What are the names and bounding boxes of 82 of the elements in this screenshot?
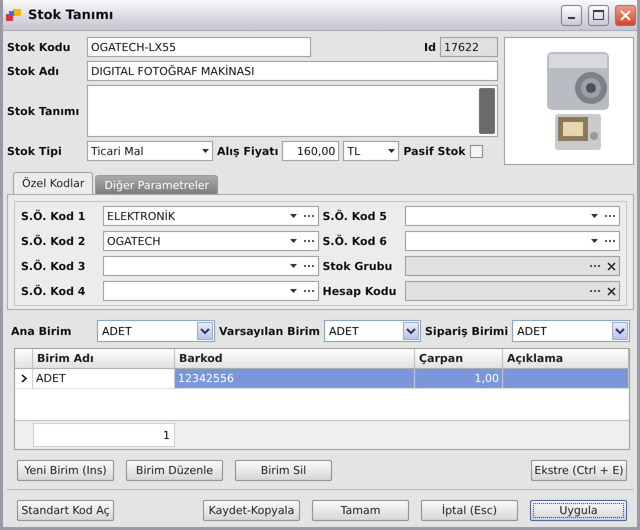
chevron-down-icon (615, 328, 625, 334)
lookup-field[interactable] (404, 281, 620, 301)
lookup-field[interactable] (404, 256, 620, 276)
field-label: S.Ö. Kod 1 (21, 210, 86, 222)
stock-type-dropdown[interactable]: Ticari Mal (87, 141, 213, 161)
table-cell: 12342556 (175, 369, 415, 389)
dropdown-arrow-icon[interactable] (591, 239, 598, 243)
ellipsis-icon[interactable] (589, 264, 601, 268)
stock-name-field[interactable]: DIGITAL FOTOĞRAF MAKİNASI (87, 61, 498, 81)
field-label: Stok Adı (7, 64, 60, 78)
close-icon (620, 10, 631, 20)
window-title: Stok Tanımı (28, 8, 114, 22)
chevron-down-icon (200, 328, 210, 334)
field-label: Stok Tanımı (7, 104, 80, 118)
field-label: Id (424, 40, 436, 54)
grid-action-button[interactable]: Ekstre (Ctrl + E) (531, 460, 627, 481)
row-count-cell: 1 (33, 423, 175, 447)
grid-action-button[interactable]: Yeni Birim (Ins) (17, 460, 114, 481)
field-label: Hesap Kodu (322, 284, 398, 298)
unit-dropdown[interactable]: ADET (97, 320, 215, 342)
passive-stock-checkbox[interactable] (470, 144, 483, 158)
minimize-button[interactable] (561, 4, 582, 26)
grid-action-button[interactable]: Birim Düzenle (126, 460, 223, 481)
field-label: S.Ö. Kod 5 (322, 210, 388, 222)
field-label: S.Ö. Kod 6 (322, 234, 388, 248)
unit-dropdown[interactable]: ADET (324, 320, 421, 342)
dropdown-arrow-icon[interactable] (202, 149, 209, 153)
ellipsis-icon[interactable] (604, 239, 616, 243)
close-button[interactable] (615, 4, 636, 26)
dropdown-arrow-icon[interactable] (290, 214, 296, 218)
column-header[interactable]: Birim Adı (33, 349, 175, 369)
stock-code-field[interactable]: OGATECH-LX55 (87, 37, 311, 57)
column-header[interactable]: Açıklama (503, 349, 629, 369)
unit-dropdown[interactable]: ADET (512, 320, 630, 342)
app-icon (6, 8, 22, 22)
ellipsis-icon[interactable] (302, 264, 314, 268)
description-field[interactable] (87, 85, 498, 137)
field-label: Stok Grubu (322, 260, 394, 272)
grid-action-button[interactable]: Birim Sil (235, 460, 332, 481)
field-label: S.Ö. Kod 4 (21, 284, 86, 298)
maximize-button[interactable] (588, 4, 609, 26)
field-label: Stok Tipi (7, 144, 63, 158)
field-label: S.Ö. Kod 3 (21, 260, 86, 272)
table-cell: ADET (33, 369, 175, 389)
header-corner (15, 349, 33, 369)
dropdown-arrow-icon[interactable] (290, 239, 296, 243)
dropdown-arrow-icon[interactable] (290, 264, 296, 268)
field-label: Stok Kodu (7, 40, 72, 54)
clear-icon[interactable] (607, 262, 616, 270)
id-field: 17622 (440, 37, 498, 57)
field-label: Varsayılan Birim (219, 324, 320, 338)
row-pointer-icon (20, 374, 26, 383)
dropdown-arrow-icon[interactable] (591, 214, 598, 218)
field-label: S.Ö. Kod 2 (21, 234, 86, 248)
currency-dropdown[interactable]: TL (343, 141, 400, 161)
column-header[interactable]: Çarpan (415, 349, 503, 369)
scrollbar[interactable] (479, 88, 495, 134)
field-label: Pasif Stok (403, 144, 466, 158)
price-field[interactable]: 160,00 (282, 141, 340, 161)
column-header[interactable]: Barkod (175, 349, 415, 369)
chevron-down-icon (406, 328, 416, 334)
maximize-icon (593, 10, 604, 20)
code-dropdown[interactable]: OGATECH (103, 231, 318, 251)
ellipsis-icon[interactable] (302, 239, 314, 243)
ellipsis-icon[interactable] (302, 214, 314, 218)
ellipsis-icon[interactable] (604, 214, 616, 218)
code-dropdown[interactable]: ELEKTRONİK (103, 206, 318, 226)
field-label: Alış Fiyatı (217, 144, 278, 158)
ellipsis-icon[interactable] (589, 289, 601, 293)
tab[interactable]: Özel Kodlar (13, 172, 94, 194)
dialog-button[interactable]: Kaydet-Kopyala (203, 500, 300, 521)
dialog-button[interactable]: İptal (Esc) (421, 500, 518, 521)
dialog-button[interactable]: Tamam (312, 500, 409, 521)
clear-icon[interactable] (607, 286, 616, 296)
ellipsis-icon[interactable] (302, 289, 314, 293)
dropdown-arrow-icon[interactable] (388, 149, 396, 153)
field-label: Sipariş Birimi (425, 324, 508, 338)
dropdown-arrow-icon[interactable] (290, 289, 296, 293)
field-label: Ana Birim (11, 324, 72, 338)
dialog-button[interactable]: Standart Kod Aç (17, 500, 114, 521)
table-cell: 1,00 (415, 369, 503, 389)
dialog-button[interactable]: Uygula (530, 500, 627, 521)
